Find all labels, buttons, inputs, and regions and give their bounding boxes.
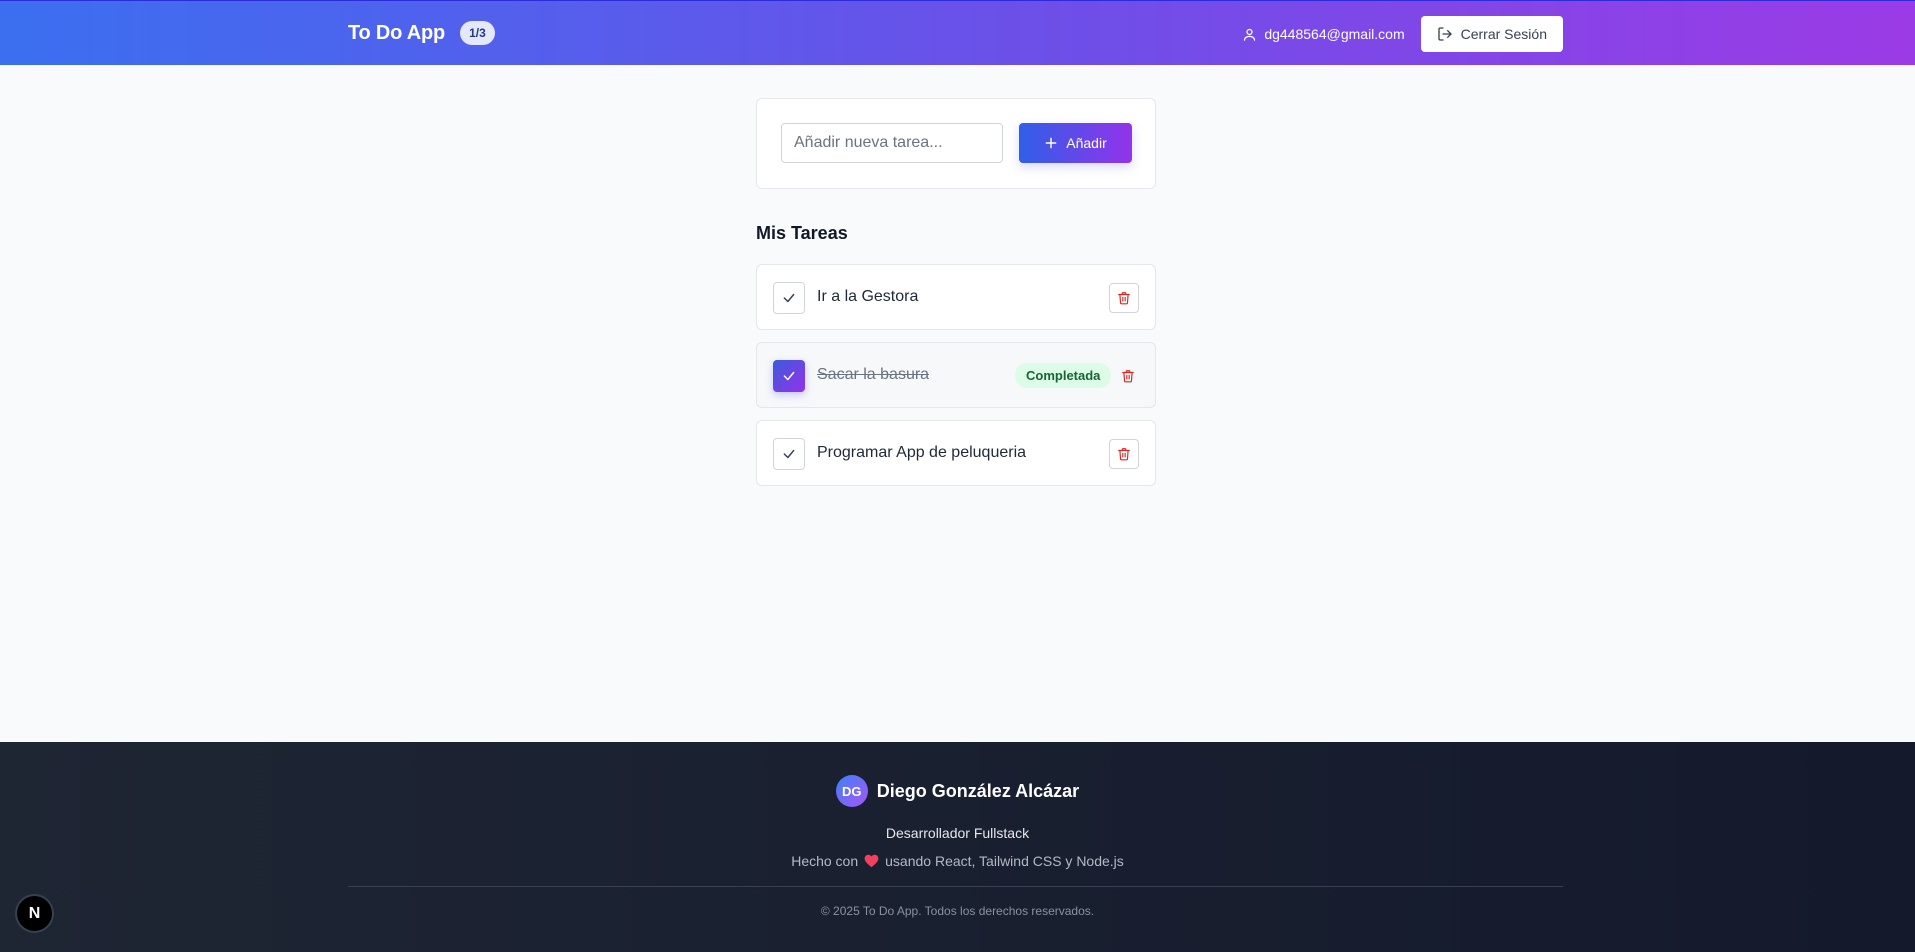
heart-icon <box>864 854 879 868</box>
trash-icon <box>1122 370 1134 383</box>
task-label: Sacar la basura <box>817 366 930 383</box>
footer-divider <box>348 886 1563 887</box>
trash-icon <box>1118 292 1130 305</box>
logout-icon <box>1437 27 1452 41</box>
user-info: dg448564@gmail.com <box>1242 26 1405 42</box>
tasks-section-title: Mis Tareas <box>756 223 848 243</box>
task-toggle-checkbox[interactable] <box>773 438 805 470</box>
check-icon <box>783 293 795 303</box>
task-item: Ir a la Gestora <box>756 264 1156 330</box>
task-toggle-checkbox[interactable] <box>773 282 805 314</box>
completed-badge: Completada <box>1015 363 1112 388</box>
task-label: Ir a la Gestora <box>817 288 919 305</box>
task-counter-badge: 1/3 <box>460 21 495 45</box>
app-title: To Do App <box>348 21 446 44</box>
add-task-label: Añadir <box>1066 135 1107 151</box>
delete-task-button[interactable] <box>1109 283 1139 313</box>
made-with-suffix: usando React, Tailwind CSS y Node.js <box>885 853 1124 869</box>
task-toggle-checkbox[interactable] <box>773 360 805 392</box>
author-info: DG Diego González Alcázar <box>0 775 1915 807</box>
add-task-card: Añadir <box>756 98 1156 189</box>
check-icon <box>783 449 795 459</box>
user-icon <box>1244 28 1256 41</box>
delete-task-button[interactable] <box>1113 361 1143 391</box>
brand: To Do App 1/3 <box>348 21 495 45</box>
logout-button[interactable]: Cerrar Sesión <box>1420 16 1563 52</box>
task-list: Ir a la Gestora Sacar la basura Completa… <box>756 264 1156 498</box>
made-with-line: Hecho con usando React, Tailwind CSS y N… <box>0 853 1915 869</box>
check-icon <box>783 371 795 381</box>
avatar: DG <box>835 775 868 807</box>
new-task-input[interactable] <box>781 123 1003 163</box>
logout-label: Cerrar Sesión <box>1460 26 1547 42</box>
author-role: Desarrollador Fullstack <box>885 825 1030 841</box>
trash-icon <box>1118 448 1130 461</box>
copyright: © 2025 To Do App. Todos los derechos res… <box>820 904 1095 918</box>
add-task-button[interactable]: Añadir <box>1019 123 1132 163</box>
task-item: Programar App de peluqueria <box>756 420 1156 486</box>
plus-icon <box>1045 137 1057 149</box>
dev-tools-button[interactable]: N <box>17 896 52 931</box>
task-item-completed: Sacar la basura Completada <box>756 342 1156 408</box>
app-header: To Do App 1/3 dg448564@gmail.com Cerrar … <box>0 0 1915 65</box>
dev-tools-label: N <box>28 904 41 922</box>
made-with-prefix: Hecho con <box>791 853 859 869</box>
task-label: Programar App de peluqueria <box>817 444 1027 461</box>
app-footer: DG Diego González Alcázar Desarrollador … <box>0 742 1915 952</box>
user-area: dg448564@gmail.com Cerrar Sesión <box>1242 16 1563 52</box>
delete-task-button[interactable] <box>1109 439 1139 469</box>
user-email: dg448564@gmail.com <box>1264 26 1405 42</box>
author-name: Diego González Alcázar <box>876 780 1080 801</box>
